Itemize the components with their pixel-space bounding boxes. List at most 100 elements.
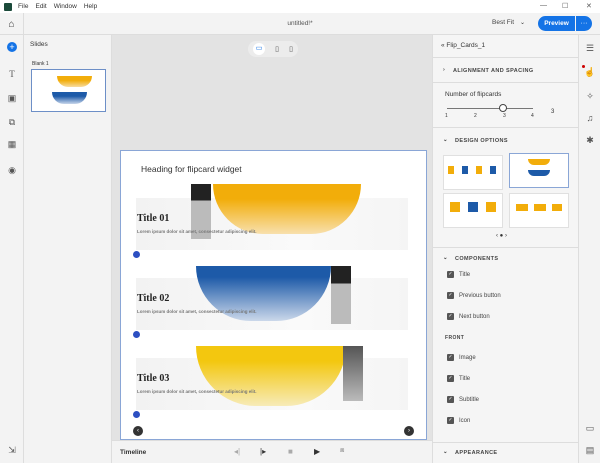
chevron-right-icon: ›	[443, 67, 446, 73]
audio-icon[interactable]: ♫	[579, 113, 600, 123]
desktop-icon[interactable]: ▭	[253, 43, 266, 55]
widget-heading: Heading for flipcard widget	[141, 164, 242, 174]
animation-icon[interactable]: ✧	[579, 91, 600, 102]
checkbox-previous-button[interactable]: ✓ Previous button	[447, 292, 501, 299]
chevron-down-icon[interactable]: ⌄	[520, 19, 525, 26]
record-icon[interactable]: ◉	[0, 165, 24, 176]
slider-tick: 1	[445, 113, 448, 119]
checkbox-label: Subtitle	[459, 396, 480, 403]
design-options-section: ⌄ DESIGN OPTIONS ‹ ● ›	[433, 127, 579, 247]
maximize-button[interactable]: ☐	[562, 2, 568, 10]
menu-window[interactable]: Window	[54, 3, 77, 10]
slides-title: Slides	[30, 41, 48, 48]
checkbox-next-button[interactable]: ✓ Next button	[447, 313, 490, 320]
checkmark-icon: ✓	[447, 271, 454, 278]
preview-button[interactable]: Preview	[538, 16, 575, 31]
design-option-2[interactable]	[509, 153, 569, 188]
close-button[interactable]: ✕	[586, 2, 592, 10]
alignment-section[interactable]: › ALIGNMENT AND SPACING	[433, 57, 579, 82]
design-pager[interactable]: ‹ ● ›	[496, 233, 507, 239]
next-button[interactable]: ›	[404, 426, 414, 436]
design-option-1[interactable]	[443, 155, 503, 190]
tablet-icon[interactable]: ▯	[275, 45, 279, 53]
captions-icon[interactable]: ⧈	[340, 447, 344, 455]
checkbox-image[interactable]: ✓ Image	[447, 354, 476, 361]
front-header: FRONT	[445, 335, 465, 341]
slider-tick: 2	[474, 113, 477, 119]
card-figure-2	[331, 266, 351, 324]
chevron-down-icon[interactable]: ⌄	[443, 255, 448, 261]
flip-icon[interactable]	[133, 331, 140, 338]
flip-icon[interactable]	[133, 411, 140, 418]
checkmark-icon: ✓	[447, 354, 454, 361]
checkbox-label: Title	[459, 271, 471, 278]
design-option-3[interactable]	[443, 193, 503, 228]
media-icon[interactable]: ▣	[0, 93, 24, 104]
flip-icon[interactable]	[133, 251, 140, 258]
timeline-label[interactable]: Timeline	[120, 449, 146, 456]
checkbox-label: Next button	[459, 313, 490, 320]
slider-tick: 3	[503, 113, 506, 119]
checkbox-label: Title	[459, 375, 471, 382]
device-switcher: ▭ ▯ ▯	[248, 41, 298, 57]
slider-tick: 4	[531, 113, 534, 119]
previous-button[interactable]: ‹	[133, 426, 143, 436]
checkbox-subtitle[interactable]: ✓ Subtitle	[447, 396, 479, 403]
app-logo	[4, 2, 12, 11]
checkmark-icon: ✓	[447, 417, 454, 424]
more-button[interactable]: ···	[576, 16, 592, 31]
stop-icon[interactable]: ■	[288, 447, 293, 456]
slide-canvas[interactable]: Heading for flipcard widget Title 01 Lor…	[120, 150, 427, 440]
widget-name-text: Flip_Cards_1	[446, 42, 486, 49]
play-icon[interactable]: ▶	[314, 447, 320, 456]
menu-edit[interactable]: Edit	[35, 3, 46, 10]
exit-icon[interactable]: ⇲	[0, 445, 24, 456]
card-title-2: Title 02	[137, 293, 170, 304]
timeline-bar: Timeline ◂| |▸ ■ ▶ ⧈	[112, 440, 432, 463]
card-figure-3	[343, 346, 363, 401]
left-rail: + T ▣ ⧉ ▦ ◉ ⇲	[0, 35, 24, 463]
menu-help[interactable]: Help	[84, 3, 97, 10]
properties-icon[interactable]: ☰	[579, 43, 600, 54]
interaction-icon[interactable]: ☝	[579, 67, 600, 78]
checkmark-icon: ✓	[447, 375, 454, 382]
flipcards-label: Number of flipcards	[445, 91, 502, 98]
document-icon[interactable]: ▤	[579, 445, 600, 456]
slide-label: Blank 1	[32, 61, 49, 67]
checkbox-title[interactable]: ✓ Title	[447, 271, 470, 278]
card-title-3: Title 03	[137, 373, 170, 384]
slider-handle[interactable]	[499, 104, 507, 112]
chevron-down-icon: ⌄	[443, 449, 449, 455]
flipcards-slider[interactable]	[447, 108, 533, 109]
components-section: ⌄ COMPONENTS ✓ Title ✓ Previous button ✓ Ne…	[433, 247, 579, 450]
appearance-section[interactable]: ⌄ APPEARANCE	[433, 442, 579, 463]
checkmark-icon: ✓	[447, 292, 454, 299]
mobile-icon[interactable]: ▯	[289, 45, 293, 53]
step-back-icon[interactable]: ◂|	[234, 447, 240, 456]
flipcards-value[interactable]: 3	[551, 109, 554, 115]
slide-thumbnail[interactable]	[31, 69, 106, 112]
design-option-4[interactable]	[509, 193, 569, 228]
menu-file[interactable]: File	[18, 3, 28, 10]
checkbox-front-title[interactable]: ✓ Title	[447, 375, 470, 382]
properties-panel: « Flip_Cards_1 › ALIGNMENT AND SPACING Nu…	[432, 35, 579, 463]
step-forward-icon[interactable]: |▸	[260, 447, 266, 456]
right-rail: ☰ ☝ ✧ ♫ ✱ ▭ ▤	[578, 35, 600, 463]
card-title-1: Title 01	[137, 213, 170, 224]
chevron-down-icon[interactable]: ⌄	[443, 137, 448, 143]
checkbox-label: Previous button	[459, 292, 501, 299]
accessibility-icon[interactable]: ✱	[579, 135, 600, 146]
zoom-select[interactable]: Best Fit	[492, 19, 514, 26]
checkbox-icon[interactable]: ✓ Icon	[447, 417, 470, 424]
widgets-icon[interactable]: ▦	[0, 139, 24, 150]
title-bar: File Edit Window Help — ☐ ✕	[0, 0, 600, 13]
checkbox-label: Icon	[459, 417, 471, 424]
panel-icon[interactable]: ▭	[579, 423, 600, 434]
interactions-icon[interactable]: ⧉	[0, 117, 24, 128]
add-icon[interactable]: +	[0, 42, 24, 52]
appearance-header: APPEARANCE	[455, 450, 498, 456]
alignment-header: ALIGNMENT AND SPACING	[453, 68, 534, 74]
minimize-button[interactable]: —	[540, 2, 547, 9]
flipcards-section: Number of flipcards 1 2 3 4 3	[433, 82, 579, 127]
text-icon[interactable]: T	[0, 69, 24, 79]
